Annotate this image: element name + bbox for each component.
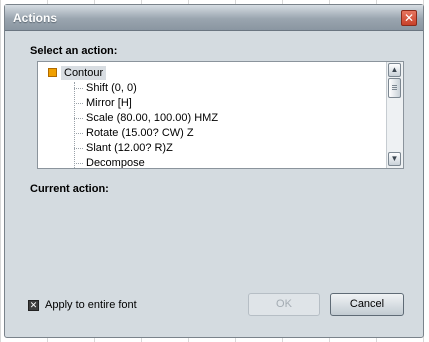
apply-to-entire-font-checkbox[interactable]: ✕ (28, 300, 39, 311)
checkmark-icon: ✕ (29, 300, 38, 310)
tree-item-label: Mirror [H] (86, 97, 132, 109)
tree-item-label: Shift (0, 0) (86, 82, 137, 94)
tree-item-label: Scale (80.00, 100.00) HMZ (86, 112, 219, 124)
current-action-label: Current action: (30, 183, 109, 195)
close-icon: ✕ (403, 11, 415, 25)
ok-button[interactable]: OK (248, 293, 320, 316)
chevron-down-icon: ▼ (390, 154, 399, 163)
tree-item-label: Decompose (86, 157, 145, 169)
tree-scrollbar[interactable]: ▲ ▼ (386, 62, 403, 168)
scroll-up-button[interactable]: ▲ (388, 63, 401, 77)
tree-connector-line (74, 82, 75, 168)
title-bar[interactable]: Actions ✕ (5, 5, 423, 31)
scroll-down-button[interactable]: ▼ (388, 152, 401, 166)
scrollbar-thumb[interactable] (388, 78, 401, 98)
tree-root-label: Contour (61, 66, 107, 80)
actions-tree[interactable]: Contour Shift (0, 0) Mirror [H] Scale (8… (37, 61, 404, 169)
close-button[interactable]: ✕ (401, 10, 417, 26)
chevron-up-icon: ▲ (390, 65, 399, 74)
tree-item-label: Slant (12.00? R)Z (86, 142, 173, 154)
tree-item-label: Rotate (15.00? CW) Z (86, 127, 194, 139)
contour-node-icon (48, 68, 57, 77)
cancel-button[interactable]: Cancel (330, 293, 404, 316)
dialog-title: Actions (13, 11, 58, 25)
select-action-label: Select an action: (30, 45, 118, 57)
apply-to-entire-font-label[interactable]: Apply to entire font (45, 299, 137, 311)
